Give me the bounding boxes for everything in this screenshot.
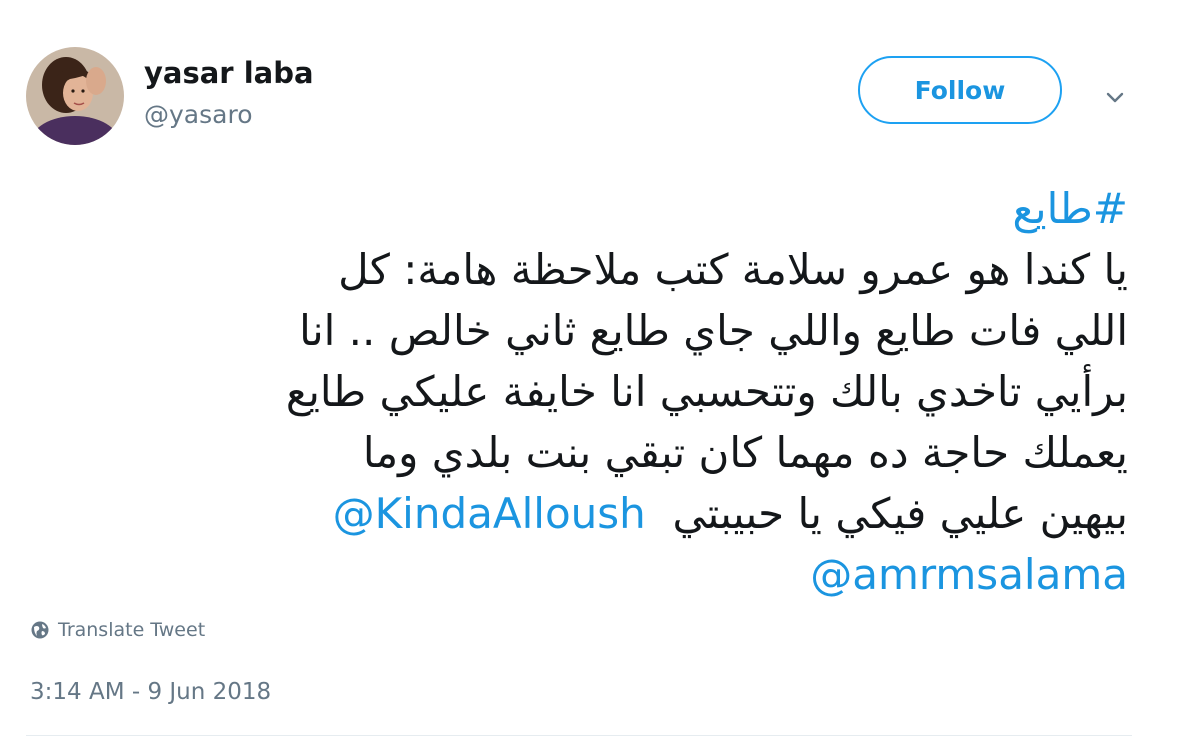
translate-label: Translate Tweet <box>58 619 206 641</box>
tweet-text: #طايع يا كندا هو عمرو سلامة كتب ملاحظة ه… <box>130 178 1128 605</box>
hashtag-line: #طايع <box>130 178 1128 239</box>
tweet-line: بيهين عليي فيكي يا حبيبتي @KindaAlloush <box>130 483 1128 544</box>
translate-tweet-button[interactable]: Translate Tweet <box>30 619 205 641</box>
user-handle[interactable]: @yasaro <box>144 100 252 129</box>
tweet-timestamp[interactable]: 3:14 AM - 9 Jun 2018 <box>30 679 271 705</box>
hashtag-link[interactable]: #طايع <box>1013 184 1128 233</box>
divider <box>26 735 1132 736</box>
mention-link[interactable]: @amrmsalama <box>810 550 1128 599</box>
mention-link[interactable]: @KindaAlloush <box>333 489 646 538</box>
follow-button[interactable]: Follow <box>858 56 1062 124</box>
tweet-line: اللي فات طايع واللي جاي طايع ثاني خالص .… <box>299 306 1128 355</box>
avatar-image <box>26 47 124 145</box>
mention-line: @amrmsalama <box>130 544 1128 605</box>
tweet-card: yasar laba @yasaro Follow #طايع يا كندا … <box>0 0 1200 739</box>
tweet-line-text: بيهين عليي فيكي يا حبيبتي <box>672 489 1128 538</box>
chevron-down-icon <box>1106 92 1124 103</box>
tweet-line: يا كندا هو عمرو سلامة كتب ملاحظة هامة: ك… <box>338 245 1128 294</box>
more-options-button[interactable] <box>1098 80 1132 114</box>
tweet-line: برأيي تاخدي بالك وتتحسبي انا خايفة عليكي… <box>285 367 1128 416</box>
tweet-line: يعملك حاجة ده مهما كان تبقي بنت بلدي وما <box>362 428 1128 477</box>
avatar[interactable] <box>26 47 124 145</box>
globe-icon <box>31 621 49 639</box>
display-name[interactable]: yasar laba <box>144 56 314 90</box>
